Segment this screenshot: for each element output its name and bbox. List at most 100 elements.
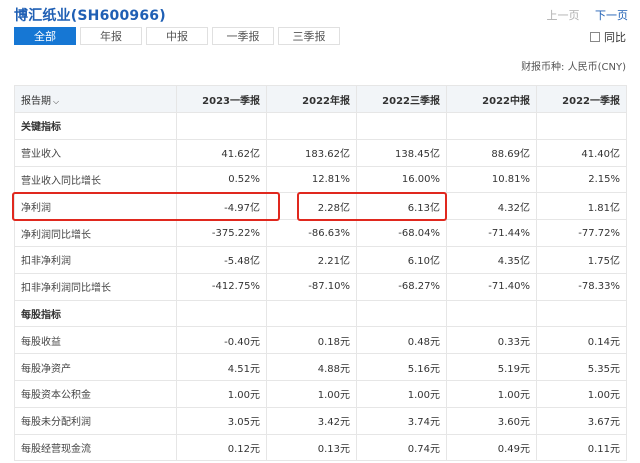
- net-profit-highlight-2022: [297, 192, 447, 221]
- net-profit-highlight-q1: [12, 192, 280, 221]
- metric-value: 5.19元: [446, 353, 537, 381]
- table-row: 扣非净利润同比增长 -412.75% -87.10% -68.27% -71.40% -7…: [14, 272, 627, 301]
- metric-value: 0.12元: [176, 433, 267, 462]
- metric-value: -375.22%: [176, 219, 267, 247]
- metric-value: 2.21亿: [266, 245, 357, 274]
- metric-label: 扣非净利润同比增长: [14, 272, 177, 301]
- table-row: 每股净资产 4.51元 4.88元 5.16元 5.19元 5.35元: [14, 353, 627, 381]
- metric-value: 5.16元: [356, 353, 447, 381]
- metric-value: 4.35亿: [446, 245, 537, 274]
- metric-value: -87.10%: [266, 272, 357, 301]
- metric-value: 1.00元: [446, 379, 537, 408]
- table-row: 扣非净利润 -5.48亿 2.21亿 6.10亿 4.35亿 1.75亿: [14, 245, 627, 274]
- stock-title: 博汇纸业(SH600966): [14, 8, 166, 24]
- metric-value: 0.49元: [446, 433, 537, 462]
- metric-value: 41.40亿: [536, 138, 627, 167]
- metric-label: 扣非净利润: [14, 245, 177, 274]
- metric-value: 3.74元: [356, 406, 447, 435]
- metric-value: -5.48亿: [176, 245, 267, 274]
- metric-value: -71.44%: [446, 219, 537, 247]
- metric-value: 6.10亿: [356, 245, 447, 274]
- metric-value: 41.62亿: [176, 138, 267, 167]
- metric-value: -77.72%: [536, 219, 627, 247]
- section-row: 每股指标: [14, 299, 627, 328]
- metric-value: -71.40%: [446, 272, 537, 301]
- metric-value: 2.15%: [536, 165, 627, 194]
- metric-value: [536, 299, 627, 328]
- metric-value: 4.88元: [266, 353, 357, 381]
- yoy-compare-toggle[interactable]: 同比: [590, 29, 626, 45]
- metric-value: 1.00元: [356, 379, 447, 408]
- metric-value: 1.75亿: [536, 245, 627, 274]
- table-header-row: 报告期 ⌵ 2023一季报 2022年报 2022三季报 2022中报 2022一…: [14, 85, 627, 113]
- currency-value: 人民币(CNY): [567, 62, 626, 73]
- table-row: 营业收入同比增长 0.52% 12.81% 16.00% 10.81% 2.15%: [14, 165, 627, 194]
- metric-value: -86.63%: [266, 219, 357, 247]
- currency-label: 财报币种:: [521, 62, 565, 73]
- metric-value: [266, 299, 357, 328]
- pager: 上一页 下一页: [547, 7, 629, 23]
- metric-value: [356, 299, 447, 328]
- table-row: 每股经营现金流 0.12元 0.13元 0.74元 0.49元 0.11元: [14, 433, 627, 462]
- metric-label: 营业收入: [14, 138, 177, 167]
- section-row: 关键指标: [14, 112, 627, 140]
- tab-annual[interactable]: 年报: [80, 27, 142, 45]
- compare-label: 同比: [604, 31, 626, 44]
- metric-value: -68.27%: [356, 272, 447, 301]
- column-header: 2022中报: [446, 85, 537, 113]
- column-header: 2023一季报: [176, 85, 267, 113]
- section-title: 每股指标: [14, 299, 177, 328]
- metric-value: 1.00元: [536, 379, 627, 408]
- metric-value: [266, 112, 357, 140]
- next-page-link[interactable]: 下一页: [595, 9, 628, 22]
- metric-value: 3.05元: [176, 406, 267, 435]
- metric-value: 0.74元: [356, 433, 447, 462]
- section-title: 关键指标: [14, 112, 177, 140]
- metric-value: 183.62亿: [266, 138, 357, 167]
- metric-value: 0.14元: [536, 326, 627, 355]
- tab-q1[interactable]: 一季报: [212, 27, 274, 45]
- metric-value: -78.33%: [536, 272, 627, 301]
- metric-label: 每股经营现金流: [14, 433, 177, 462]
- metric-value: 3.60元: [446, 406, 537, 435]
- metric-value: 0.48元: [356, 326, 447, 355]
- metric-value: 1.81亿: [536, 192, 627, 221]
- column-header: 2022一季报: [536, 85, 627, 113]
- table-row: 净利润同比增长 -375.22% -86.63% -68.04% -71.44% -77.…: [14, 219, 627, 247]
- chevron-down-icon: ⌵: [53, 96, 60, 106]
- metric-value: 0.11元: [536, 433, 627, 462]
- metric-value: 3.42元: [266, 406, 357, 435]
- compare-checkbox[interactable]: [590, 32, 600, 42]
- metric-value: 0.52%: [176, 165, 267, 194]
- metric-value: -0.40元: [176, 326, 267, 355]
- metric-value: [176, 112, 267, 140]
- metric-value: 16.00%: [356, 165, 447, 194]
- report-type-tabs: 全部 年报 中报 一季报 三季报: [14, 27, 344, 45]
- metric-value: -68.04%: [356, 219, 447, 247]
- table-row: 营业收入 41.62亿 183.62亿 138.45亿 88.69亿 41.40亿: [14, 138, 627, 167]
- metric-value: [176, 299, 267, 328]
- metric-value: 0.18元: [266, 326, 357, 355]
- metric-label: 每股资本公积金: [14, 379, 177, 408]
- metric-value: [446, 299, 537, 328]
- metric-value: 1.00元: [266, 379, 357, 408]
- metric-label: 每股收益: [14, 326, 177, 355]
- tab-interim[interactable]: 中报: [146, 27, 208, 45]
- metric-value: 88.69亿: [446, 138, 537, 167]
- prev-page-link[interactable]: 上一页: [547, 9, 580, 22]
- tab-q3[interactable]: 三季报: [278, 27, 340, 45]
- column-header: 2022年报: [266, 85, 357, 113]
- metric-value: 1.00元: [176, 379, 267, 408]
- metric-value: 3.67元: [536, 406, 627, 435]
- tab-all[interactable]: 全部: [14, 27, 76, 45]
- metric-label: 每股未分配利润: [14, 406, 177, 435]
- metric-value: 4.32亿: [446, 192, 537, 221]
- metric-value: -412.75%: [176, 272, 267, 301]
- table-row: 每股未分配利润 3.05元 3.42元 3.74元 3.60元 3.67元: [14, 406, 627, 435]
- table-row: 每股收益 -0.40元 0.18元 0.48元 0.33元 0.14元: [14, 326, 627, 355]
- period-header[interactable]: 报告期 ⌵: [14, 85, 177, 113]
- metric-value: 4.51元: [176, 353, 267, 381]
- metric-value: 0.13元: [266, 433, 357, 462]
- metric-label: 营业收入同比增长: [14, 165, 177, 194]
- metric-value: 10.81%: [446, 165, 537, 194]
